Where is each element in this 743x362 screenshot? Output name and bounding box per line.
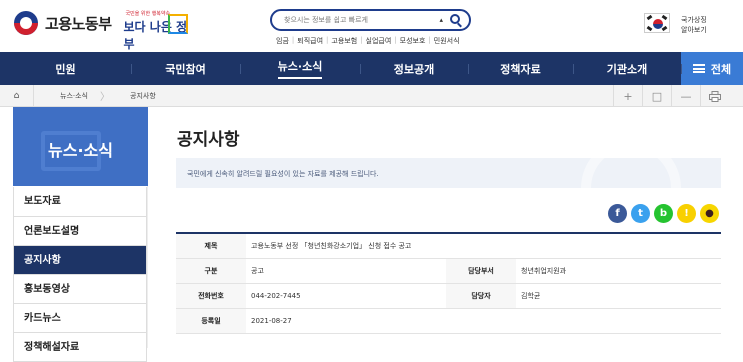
nav-label: 뉴스·소식 — [277, 58, 323, 79]
side-nav-header: 뉴스·소식 — [13, 107, 148, 186]
national-symbol-link[interactable]: 국가상징 알아보기 — [681, 15, 707, 35]
quick-link[interactable]: 고용보험 — [331, 36, 357, 46]
manager-value: 김학균 — [516, 283, 721, 309]
notice-detail-table: 제목 고용노동부 선정 「청년친화강소기업」 신청 접수 공고 구분 공고 담당… — [176, 232, 721, 334]
menu-icon — [692, 64, 705, 73]
breadcrumb-item[interactable]: 뉴스·소식 — [34, 88, 110, 103]
search-icon[interactable] — [450, 14, 460, 24]
quick-link[interactable]: 민원서식 — [434, 36, 460, 46]
phone-value: 044-202-7445 — [246, 283, 446, 309]
all-menu-button[interactable]: 전체 — [681, 52, 743, 85]
print-icon[interactable] — [700, 85, 729, 107]
table-row: 전화번호 044-202-7445 담당자 김학균 — [176, 283, 721, 309]
quick-links: 임금 | 퇴직급여 | 고용보험 | 실업급여 | 모성보호 | 민원서식 — [276, 36, 460, 46]
zoom-in-button[interactable]: + — [613, 85, 642, 107]
side-nav-list: 보도자료 언론보도설명 공지사항 홍보동영상 카드뉴스 정책해설자료 — [13, 187, 147, 362]
symbol-label-line2: 알아보기 — [681, 26, 707, 34]
subject-label: 제목 — [176, 233, 246, 259]
nav-item-about[interactable]: 기관소개 — [573, 52, 681, 85]
taegeuk-logo-icon — [14, 11, 38, 35]
government-slogan: 국민을 위한 행복약속 보다 나은 정부 — [124, 10, 188, 51]
side-nav-item-video[interactable]: 홍보동영상 — [14, 274, 146, 303]
quick-link[interactable]: 모성보호 — [400, 36, 426, 46]
nav-item-policy[interactable]: 정책자료 — [468, 52, 573, 85]
quick-link[interactable]: 임금 — [276, 36, 289, 46]
nav-label: 정책자료 — [500, 62, 541, 76]
side-nav-item-policy-commentary[interactable]: 정책해설자료 — [14, 332, 146, 361]
type-value: 공고 — [246, 258, 446, 284]
all-menu-label: 전체 — [710, 62, 732, 76]
date-value: 2021-08-27 — [246, 308, 721, 334]
side-nav-item-cardnews[interactable]: 카드뉴스 — [14, 303, 146, 332]
type-label: 구분 — [176, 258, 246, 284]
zoom-out-button[interactable]: — — [671, 85, 700, 107]
dept-label: 담당부서 — [446, 258, 516, 284]
zoom-reset-button[interactable]: □ — [642, 85, 671, 107]
nav-label: 기관소개 — [606, 62, 648, 76]
band-icon[interactable]: b — [654, 204, 673, 223]
subject-value: 고용노동부 선정 「청년친화강소기업」 신청 접수 공고 — [246, 233, 721, 259]
nav-label: 국민참여 — [165, 62, 206, 76]
logo-text: 고용노동부 — [45, 14, 112, 33]
page-title: 공지사항 — [177, 130, 240, 150]
page-intro: 국민에게 신속히 알려드릴 필요성이 있는 자료를 제공해 드립니다. — [176, 158, 721, 188]
date-label: 등록일 — [176, 308, 246, 334]
ministry-logo[interactable]: 고용노동부 국민을 위한 행복약속 보다 나은 정부 — [14, 10, 188, 51]
dept-value: 청년취업지원과 — [516, 258, 721, 284]
nav-item-participation[interactable]: 국민참여 — [131, 52, 240, 85]
nav-item-info[interactable]: 정보공개 — [360, 52, 468, 85]
side-nav-item-press[interactable]: 보도자료 — [14, 187, 146, 216]
manager-label: 담당자 — [446, 283, 516, 309]
main-content: 공지사항 국민에게 신속히 알려드릴 필요성이 있는 자료를 제공해 드립니다.… — [176, 107, 721, 348]
twitter-icon[interactable]: t — [631, 204, 650, 223]
nav-label: 민원 — [55, 62, 76, 76]
search-box[interactable]: 찾으시는 정보를 쉽고 빠르게 ▴ — [270, 9, 471, 31]
table-row: 제목 고용노동부 선정 「청년친화강소기업」 신청 접수 공고 — [176, 233, 721, 259]
table-row: 등록일 2021-08-27 — [176, 308, 721, 334]
facebook-icon[interactable]: f — [608, 204, 627, 223]
nav-item-civil[interactable]: 민원 — [0, 52, 131, 85]
home-icon[interactable]: ⌂ — [0, 84, 34, 107]
side-nav-item-explanation[interactable]: 언론보도설명 — [14, 216, 146, 245]
kakaostory-icon[interactable]: ! — [677, 204, 696, 223]
nav-item-news[interactable]: 뉴스·소식 — [240, 52, 360, 85]
side-nav-item-notice[interactable]: 공지사항 — [14, 245, 146, 274]
breadcrumb: ⌂ 뉴스·소식 공지사항 + □ — — [0, 84, 743, 107]
share-buttons: f t b ! ● — [608, 204, 719, 223]
quick-link[interactable]: 퇴직급여 — [297, 36, 323, 46]
slogan-small-text: 국민을 위한 행복약속 — [125, 11, 171, 17]
page-tools: + □ — — [613, 85, 729, 107]
quick-link[interactable]: 실업급여 — [366, 36, 392, 46]
symbol-label-line1: 국가상징 — [681, 16, 707, 24]
search-dropdown-icon[interactable]: ▴ — [439, 16, 443, 24]
site-header: 고용노동부 국민을 위한 행복약속 보다 나은 정부 찾으시는 정보를 쉽고 빠… — [0, 0, 743, 52]
search-input[interactable]: 찾으시는 정보를 쉽고 빠르게 — [284, 15, 368, 25]
side-navigation: 뉴스·소식 보도자료 언론보도설명 공지사항 홍보동영상 카드뉴스 정책해설자료 — [13, 107, 148, 362]
korean-flag-icon[interactable] — [644, 13, 670, 33]
side-nav-title: 뉴스·소식 — [48, 141, 113, 160]
breadcrumb-item-current[interactable]: 공지사항 — [104, 91, 172, 101]
phone-label: 전화번호 — [176, 283, 246, 309]
slogan-bracket-icon — [167, 14, 188, 34]
nav-label: 정보공개 — [393, 62, 435, 76]
main-navigation: 민원 국민참여 뉴스·소식 정보공개 정책자료 기관소개 전체 — [0, 52, 743, 85]
table-row: 구분 공고 담당부서 청년취업지원과 — [176, 258, 721, 284]
kakaotalk-icon[interactable]: ● — [700, 204, 719, 223]
